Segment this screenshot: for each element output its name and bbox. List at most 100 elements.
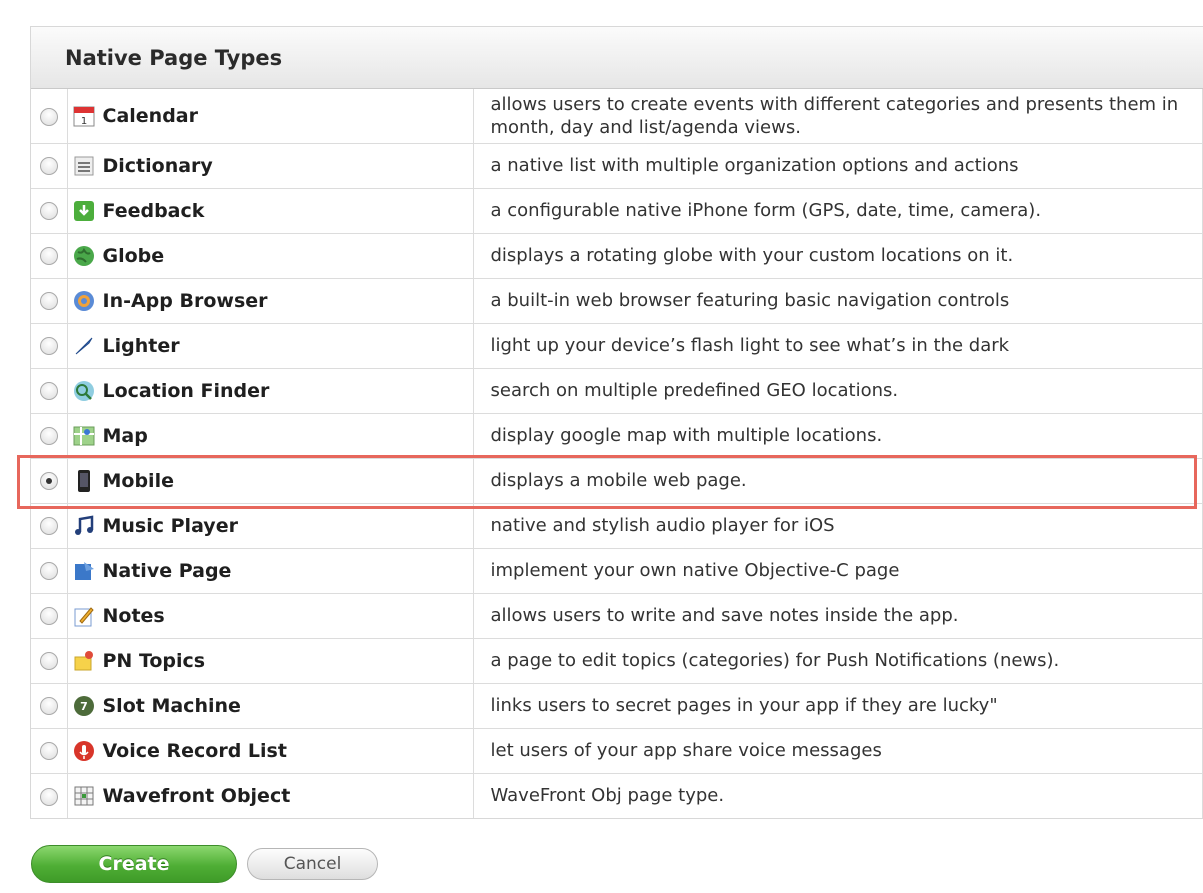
page-type-name: Feedback [102,199,205,222]
table-row[interactable]: 7 Slot Machine links users to secret pages… [31,682,1203,728]
page-type-description: light up your device’s flash light to se… [473,322,1203,368]
table-row[interactable]: Music Player native and stylish audio pla… [31,502,1203,548]
page-type-name-cell: In-App Browser [67,277,474,323]
page-type-radio[interactable] [39,517,58,536]
wavefront-object-icon [72,784,96,808]
table-row[interactable]: Globe displays a rotating globe with your… [31,232,1203,278]
page-type-name-cell: 1 Calendar [67,89,474,143]
table-row[interactable]: Dictionary a native list with multiple or… [31,142,1203,188]
page-type-label-group: Location Finder [72,379,473,403]
page-type-label-group: PN Topics [72,649,473,673]
notes-icon [72,604,96,628]
page-type-radio[interactable] [39,337,58,356]
page-type-name: Calendar [102,104,198,127]
table-row[interactable]: 1 Calendar allows users to create events w… [31,89,1203,143]
page-type-name-cell: PN Topics [67,637,474,683]
table-row[interactable]: Lighter light up your device’s flash ligh… [31,322,1203,368]
page-type-description: native and stylish audio player for iOS [473,502,1203,548]
page-type-label-group: Native Page [72,559,473,583]
radio-cell [31,727,68,773]
page-type-radio[interactable] [39,202,58,221]
page-type-radio[interactable] [39,607,58,626]
page-type-radio[interactable] [39,382,58,401]
page-type-label-group: Wavefront Object [72,784,473,808]
table-row[interactable]: Wavefront Object WaveFront Obj page type. [31,772,1203,818]
voice-record-icon [72,739,96,763]
page-type-radio[interactable] [39,742,58,761]
page-type-description: WaveFront Obj page type. [473,772,1203,818]
page-type-radio[interactable] [39,292,58,311]
page-type-label-group: 7 Slot Machine [72,694,473,718]
page-type-name: Slot Machine [102,694,241,717]
radio-cell [31,637,68,683]
pn-topics-icon [72,649,96,673]
page-type-name-cell: Dictionary [67,142,474,188]
location-finder-icon [72,379,96,403]
table-row[interactable]: In-App Browser a built-in web browser fea… [31,277,1203,323]
radio-cell [31,232,68,278]
radio-cell [31,187,68,233]
page-type-description: displays a rotating globe with your cust… [473,232,1203,278]
radio-cell [31,502,68,548]
radio-cell [31,412,68,458]
page-types-table: 1 Calendar allows users to create events w… [31,89,1203,818]
page-type-radio[interactable] [39,697,58,716]
feedback-icon [72,199,96,223]
page-type-label-group: Notes [72,604,473,628]
panel-title: Native Page Types [31,27,1203,89]
page-type-radio[interactable] [39,787,58,806]
page-type-name: Music Player [102,514,238,537]
page-type-label-group: In-App Browser [72,289,473,313]
page-type-name: PN Topics [102,649,206,672]
cancel-button[interactable]: Cancel [247,848,378,880]
table-row[interactable]: PN Topics a page to edit topics (categori… [31,637,1203,683]
page-type-radio[interactable] [39,472,58,491]
radio-cell [31,89,68,143]
page-type-radio[interactable] [39,652,58,671]
page-type-radio[interactable] [39,157,58,176]
page-type-name: Mobile [102,469,174,492]
svg-text:7: 7 [80,700,88,713]
table-row[interactable]: Native Page implement your own native Obj… [31,547,1203,593]
page-type-description: a native list with multiple organization… [473,142,1203,188]
page-type-radio[interactable] [39,247,58,266]
create-button[interactable]: Create [31,845,237,883]
page-type-radio[interactable] [39,427,58,446]
page-type-name: Lighter [102,334,180,357]
page-type-label-group: Globe [72,244,473,268]
page-type-name: Dictionary [102,154,213,177]
table-row[interactable]: Feedback a configurable native iPhone for… [31,187,1203,233]
page-type-label-group: Voice Record List [72,739,473,763]
page-type-name-cell: Lighter [67,322,474,368]
music-note-icon [72,514,96,538]
page-type-description: links users to secret pages in your app … [473,682,1203,728]
native-page-icon [72,559,96,583]
page-type-radio[interactable] [39,562,58,581]
page-type-description: a page to edit topics (categories) for P… [473,637,1203,683]
page-type-description: displays a mobile web page. [473,457,1203,503]
table-row[interactable]: Voice Record List let users of your app s… [31,727,1203,773]
page-type-name: Notes [102,604,165,627]
page-type-radio[interactable] [39,107,58,126]
table-row[interactable]: Notes allows users to write and save note… [31,592,1203,638]
page-type-label-group: Dictionary [72,154,473,178]
page-type-name: Voice Record List [102,739,287,762]
page-type-name-cell: Map [67,412,474,458]
page-type-name-cell: Voice Record List [67,727,474,773]
dictionary-icon [72,154,96,178]
radio-cell [31,367,68,413]
table-row[interactable]: Map display google map with multiple loca… [31,412,1203,458]
slot-machine-icon: 7 [72,694,96,718]
page-type-name-cell: 7 Slot Machine [67,682,474,728]
page-type-description: let users of your app share voice messag… [473,727,1203,773]
page-type-name-cell: Globe [67,232,474,278]
page-type-name-cell: Feedback [67,187,474,233]
map-icon [72,424,96,448]
page-type-label-group: 1 Calendar [72,104,473,128]
page-type-name: Wavefront Object [102,784,291,807]
page-type-description: a built-in web browser featuring basic n… [473,277,1203,323]
lighter-icon [72,334,96,358]
table-row[interactable]: Mobile displays a mobile web page. [31,457,1203,503]
page-type-name: Location Finder [102,379,270,402]
table-row[interactable]: Location Finder search on multiple predef… [31,367,1203,413]
